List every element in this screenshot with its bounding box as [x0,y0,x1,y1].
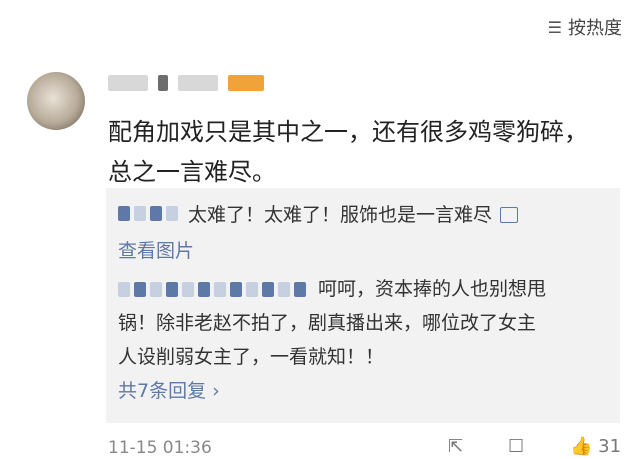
comment-footer: 11-15 01:36 ⇱ ☐ 👍 31 [108,436,640,459]
image-icon[interactable] [500,206,519,223]
reply-2-line: 锅！除非老赵不拍了，剧真播出来，哪位改了女主 [118,312,537,334]
timestamp: 11-15 01:36 [108,438,212,458]
blur-block [134,206,146,221]
share-icon[interactable]: ⇱ [448,436,463,457]
sort-icon: ☰ [547,17,562,37]
blur-block [166,206,178,221]
blur-block [228,75,264,91]
blur-block [178,75,218,91]
blur-block [182,282,194,297]
blur-block [134,282,146,297]
sort-button[interactable]: ☰ 按热度 [548,14,622,40]
blur-block [108,75,148,91]
comment-line: 总之一言难尽。 [108,158,276,186]
like-button[interactable]: 👍 31 [570,436,621,457]
reply-2: 呵呵，资本捧的人也别想甩 锅！除非老赵不拍了，剧真播出来，哪位改了女主 人设削弱… [118,272,610,374]
reply-2-line: 人设削弱女主了，一看就知！！ [118,346,385,368]
like-count: 31 [598,436,622,457]
blur-block [198,282,210,297]
comment-text: 配角加戏只是其中之一，还有很多鸡零狗碎， 总之一言难尽。 [108,112,628,192]
reply-box: 太难了！太难了！服饰也是一言难尽 查看图片 呵呵，资本捧的人也别想甩 锅！除非老… [106,188,620,423]
blur-block [294,282,306,297]
comment-line: 配角加戏只是其中之一，还有很多鸡零狗碎， [108,118,588,146]
reply-username-blurred[interactable] [118,282,306,297]
like-icon: 👍 [570,436,593,457]
reply-2-line: 呵呵，资本捧的人也别想甩 [318,278,547,300]
blur-block [118,282,130,297]
blur-block [278,282,290,297]
username-blurred[interactable] [108,72,264,94]
blur-block [246,282,258,297]
blur-block [150,282,162,297]
reply-1-text: 太难了！太难了！服饰也是一言难尽 [188,204,493,226]
blur-block [166,282,178,297]
blur-block [214,282,226,297]
avatar[interactable] [27,72,85,130]
blur-block [150,206,162,221]
blur-block [262,282,274,297]
reply-username-blurred[interactable] [118,206,178,221]
blur-block [158,75,168,91]
comment-icon[interactable]: ☐ [508,436,524,457]
total-replies-link[interactable]: 共7条回复 › [118,376,220,403]
sort-label: 按热度 [568,18,622,39]
reply-1: 太难了！太难了！服饰也是一言难尽 [118,200,519,227]
view-image-link[interactable]: 查看图片 [118,236,194,263]
blur-block [230,282,242,297]
blur-block [118,206,130,221]
